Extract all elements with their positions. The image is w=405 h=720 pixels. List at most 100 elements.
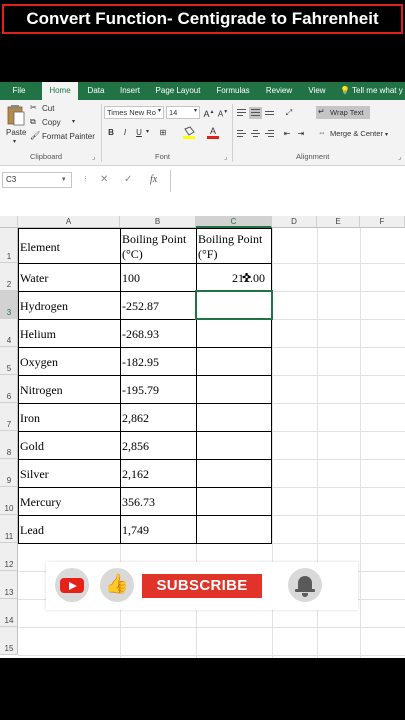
row-header-15[interactable]: 15 xyxy=(0,627,18,655)
cell-b1-line1[interactable]: Boiling Point xyxy=(122,232,186,247)
cell-b5[interactable]: -182.95 xyxy=(122,355,159,370)
row-header-4[interactable]: 4 xyxy=(0,319,18,347)
cell-b7[interactable]: 2,862 xyxy=(122,411,149,426)
gridline xyxy=(18,655,405,656)
column-header-f[interactable]: F xyxy=(360,216,405,228)
borders-icon[interactable]: ⊞ xyxy=(156,126,170,139)
cancel-entry-icon[interactable]: ✕ xyxy=(100,172,108,188)
cell-b1-line2[interactable]: (°C) xyxy=(122,247,143,262)
copy-button[interactable]: ⧉ Copy ▾ xyxy=(30,117,90,129)
cell-a8[interactable]: Gold xyxy=(20,439,44,454)
cell-c1-line2[interactable]: (°F) xyxy=(198,247,217,262)
clipboard-launcher-icon[interactable]: ⌟ xyxy=(92,153,95,161)
formula-input[interactable] xyxy=(170,170,405,192)
subscribe-overlay: 👍 SUBSCRIBE xyxy=(46,562,358,610)
row-header-6[interactable]: 6 xyxy=(0,375,18,403)
cell-b11[interactable]: 1,749 xyxy=(122,523,149,538)
cell-a5[interactable]: Oxygen xyxy=(20,355,58,370)
decrease-indent-icon[interactable]: ⇤ xyxy=(280,127,294,140)
cut-button[interactable]: ✂ Cut xyxy=(30,103,90,115)
merge-center-button[interactable]: Merge & Center ▾ xyxy=(316,127,396,140)
tab-data[interactable]: Data xyxy=(82,82,110,100)
cell-b4[interactable]: -268.93 xyxy=(122,327,159,342)
font-color-icon[interactable]: A xyxy=(206,126,220,139)
row-header-11[interactable]: 11 xyxy=(0,515,18,543)
select-all-corner[interactable] xyxy=(0,216,18,228)
table-border xyxy=(18,431,272,432)
cell-a4[interactable]: Helium xyxy=(20,327,56,342)
cell-a1[interactable]: Element xyxy=(20,240,60,255)
orientation-icon[interactable]: ⤢ xyxy=(282,106,296,119)
row-header-7[interactable]: 7 xyxy=(0,403,18,431)
underline-button[interactable]: U xyxy=(132,126,146,139)
excel-window: File Home Data Insert Page Layout Formul… xyxy=(0,82,405,658)
cell-b9[interactable]: 2,162 xyxy=(122,467,149,482)
tab-formulas[interactable]: Formulas xyxy=(210,82,256,100)
cell-b6[interactable]: -195.79 xyxy=(122,383,159,398)
tab-page-layout[interactable]: Page Layout xyxy=(150,82,206,100)
increase-font-icon[interactable]: A▲ xyxy=(202,106,216,119)
cell-b8[interactable]: 2,856 xyxy=(122,439,149,454)
column-header-d[interactable]: D xyxy=(272,216,317,228)
decrease-font-icon[interactable]: A▼ xyxy=(216,106,230,119)
align-center-icon[interactable] xyxy=(249,128,262,140)
cell-a7[interactable]: Iron xyxy=(20,411,40,426)
tab-file[interactable]: File xyxy=(4,82,34,100)
tab-view[interactable]: View xyxy=(302,82,332,100)
alignment-launcher-icon[interactable]: ⌟ xyxy=(398,153,401,161)
thumbs-up-icon[interactable]: 👍 xyxy=(100,568,134,602)
font-size-dropdown-icon[interactable]: ▾ xyxy=(194,107,197,114)
enter-entry-icon[interactable]: ✓ xyxy=(124,172,132,188)
underline-dropdown-icon[interactable]: ▾ xyxy=(146,128,149,135)
cell-b2[interactable]: 100 xyxy=(122,271,140,286)
align-top-icon[interactable] xyxy=(235,107,248,119)
cell-a9[interactable]: Silver xyxy=(20,467,49,482)
column-header-c[interactable]: C xyxy=(196,216,272,228)
cell-b10[interactable]: 356.73 xyxy=(122,495,155,510)
cell-c1-line1[interactable]: Boiling Point xyxy=(198,232,262,247)
cell-a2[interactable]: Water xyxy=(20,271,48,286)
bold-button[interactable]: B xyxy=(104,126,118,139)
tab-home[interactable]: Home xyxy=(42,82,78,100)
align-left-icon[interactable] xyxy=(235,128,248,140)
tab-insert[interactable]: Insert xyxy=(114,82,146,100)
cell-b3[interactable]: -252.87 xyxy=(122,299,159,314)
bell-icon[interactable] xyxy=(288,568,322,602)
youtube-icon[interactable] xyxy=(55,568,89,602)
align-bottom-icon[interactable] xyxy=(263,107,276,119)
paste-button[interactable]: Paste ▾ xyxy=(4,104,28,148)
table-border xyxy=(18,403,272,404)
cell-a11[interactable]: Lead xyxy=(20,523,44,538)
cell-a10[interactable]: Mercury xyxy=(20,495,61,510)
row-header-8[interactable]: 8 xyxy=(0,431,18,459)
column-header-a[interactable]: A xyxy=(18,216,120,228)
row-header-2[interactable]: 2 xyxy=(0,263,18,291)
font-name-dropdown-icon[interactable]: ▾ xyxy=(158,107,161,114)
increase-indent-icon[interactable]: ⇥ xyxy=(294,127,308,140)
align-right-icon[interactable] xyxy=(263,128,276,140)
font-name-combo[interactable]: Times New Ro xyxy=(104,106,164,119)
subscribe-button[interactable]: SUBSCRIBE xyxy=(142,574,262,598)
row-header-1[interactable]: 1 xyxy=(0,228,18,263)
column-header-b[interactable]: B xyxy=(120,216,196,228)
name-box-dropdown-icon[interactable]: ▾ xyxy=(62,172,66,188)
cell-a3[interactable]: Hydrogen xyxy=(20,299,68,314)
italic-button[interactable]: I xyxy=(118,126,132,139)
row-header-10[interactable]: 10 xyxy=(0,487,18,515)
align-middle-icon[interactable] xyxy=(249,107,262,119)
insert-function-icon[interactable]: fx xyxy=(150,172,157,188)
row-header-9[interactable]: 9 xyxy=(0,459,18,487)
row-header-12[interactable]: 12 xyxy=(0,543,18,571)
row-header-5[interactable]: 5 xyxy=(0,347,18,375)
active-cell-selection[interactable] xyxy=(195,290,273,320)
row-header-3[interactable]: 3 xyxy=(0,291,18,319)
cell-a6[interactable]: Nitrogen xyxy=(20,383,63,398)
tab-review[interactable]: Review xyxy=(260,82,298,100)
row-header-14[interactable]: 14 xyxy=(0,599,18,627)
fill-color-icon[interactable] xyxy=(182,126,196,139)
tell-me-search[interactable]: 💡 Tell me what y xyxy=(340,82,403,100)
font-launcher-icon[interactable]: ⌟ xyxy=(224,153,227,161)
column-header-e[interactable]: E xyxy=(317,216,360,228)
format-painter-button[interactable]: 🖌 Format Painter xyxy=(30,131,100,143)
row-header-13[interactable]: 13 xyxy=(0,571,18,599)
